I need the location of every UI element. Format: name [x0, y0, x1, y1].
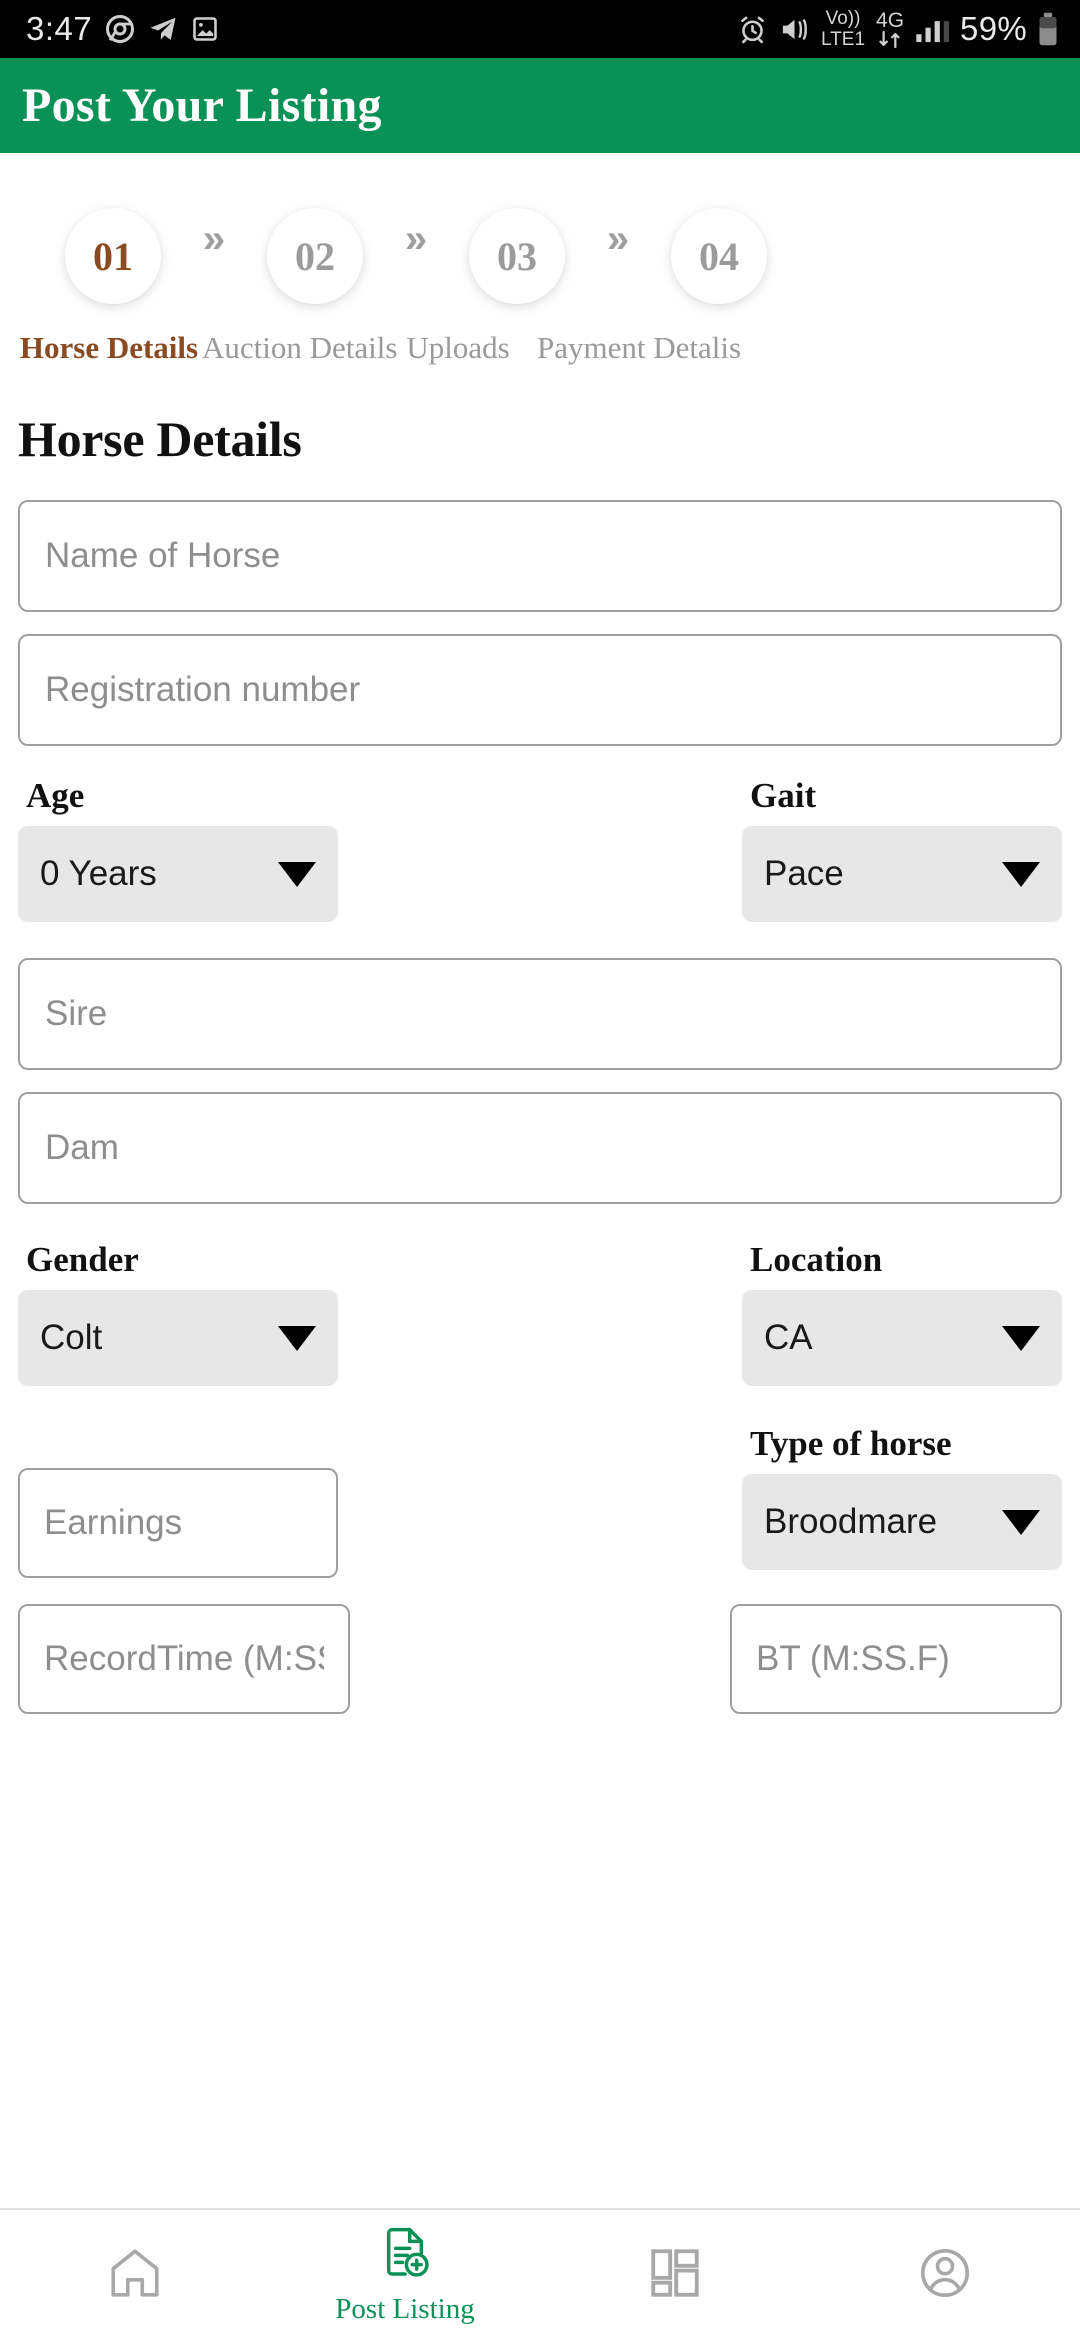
nav-item-post-listing[interactable]: Post Listing	[270, 2225, 540, 2326]
bottom-navigation-bar: Post Listing	[0, 2208, 1080, 2340]
chevron-down-icon	[1002, 1509, 1040, 1535]
sire-input[interactable]: Sire	[18, 958, 1062, 1070]
age-label: Age	[26, 776, 85, 815]
location-value: CA	[764, 1318, 813, 1357]
status-bar-right: Vo)) LTE1 4G 59%	[737, 9, 1058, 49]
dam-placeholder: Dam	[45, 1128, 119, 1167]
earnings-placeholder: Earnings	[44, 1503, 183, 1542]
home-icon	[106, 2244, 164, 2307]
app-header: Post Your Listing	[0, 58, 1080, 153]
age-gait-row: Age 0 Years Gait Pace	[18, 768, 1062, 930]
location-label: Location	[750, 1240, 883, 1279]
record-time-input[interactable]: RecordTime (M:SS....	[18, 1604, 350, 1714]
phone-screen: 3:47 Vo)) LTE1 4G 59% Post Your Listing …	[0, 0, 1080, 2340]
vibrate-icon	[779, 14, 810, 45]
nav-item-dashboard[interactable]	[540, 2244, 810, 2307]
step-label-uploads[interactable]: Uploads	[382, 330, 534, 366]
battery-icon	[1038, 12, 1058, 46]
telegram-icon	[148, 14, 178, 44]
chevron-right-icon-3: »	[606, 217, 630, 261]
nav-label-post-listing: Post Listing	[335, 2292, 475, 2325]
horse-name-placeholder: Name of Horse	[45, 536, 281, 575]
volte-icon: Vo)) LTE1	[821, 8, 866, 50]
chevron-down-icon	[1002, 1325, 1040, 1351]
status-bar: 3:47 Vo)) LTE1 4G 59%	[0, 0, 1080, 58]
location-group: Location CA	[742, 1232, 1062, 1394]
type-of-horse-value: Broodmare	[764, 1502, 938, 1541]
recordtime-bt-row: RecordTime (M:SS.... BT (M:SS.F)	[18, 1604, 1062, 1714]
gait-select[interactable]: Pace	[742, 826, 1062, 922]
gender-select[interactable]: Colt	[18, 1290, 338, 1386]
step-number-badge: 04	[671, 208, 767, 304]
step-label-payment-details[interactable]: Payment Detalis	[534, 330, 744, 366]
step-2-auction-details[interactable]: 02	[240, 208, 390, 304]
chevron-down-icon	[278, 1325, 316, 1351]
progress-stepper: 01 » 02 » 03 » 04	[0, 153, 1080, 304]
profile-icon	[916, 2244, 974, 2307]
step-3-uploads[interactable]: 03	[442, 208, 592, 304]
record-time-placeholder: RecordTime (M:SS....	[44, 1639, 324, 1678]
nav-item-home[interactable]	[0, 2244, 270, 2307]
chevron-right-icon-1: »	[202, 217, 226, 261]
chrome-icon	[105, 14, 135, 44]
step-number-badge: 01	[65, 208, 161, 304]
horse-details-form: Name of Horse Registration number Age 0 …	[0, 468, 1080, 1714]
age-select[interactable]: 0 Years	[18, 826, 338, 922]
chevron-down-icon	[278, 861, 316, 887]
post-listing-icon	[377, 2225, 433, 2286]
gender-value: Colt	[40, 1318, 103, 1357]
chevron-down-icon	[1002, 861, 1040, 887]
age-value: 0 Years	[40, 854, 157, 893]
gait-group: Gait Pace	[742, 768, 1062, 930]
gender-location-row: Gender Colt Location CA	[18, 1232, 1062, 1394]
gender-group: Gender Colt	[18, 1232, 338, 1394]
scroll-content[interactable]: 01 » 02 » 03 » 04 Horse Details Auction …	[0, 153, 1080, 2208]
age-group: Age 0 Years	[18, 768, 338, 930]
step-label-auction-details[interactable]: Auction Details	[202, 330, 397, 366]
type-of-horse-select[interactable]: Broodmare	[742, 1474, 1062, 1570]
battery-percent-label: 59%	[960, 10, 1027, 47]
status-bar-left: 3:47	[26, 10, 219, 48]
horse-name-input[interactable]: Name of Horse	[18, 500, 1062, 612]
step-label-horse-details[interactable]: Horse Details	[16, 330, 202, 366]
bt-placeholder: BT (M:SS.F)	[756, 1639, 950, 1678]
earnings-input[interactable]: Earnings	[18, 1468, 338, 1578]
section-title: Horse Details	[18, 411, 302, 467]
gait-value: Pace	[764, 854, 844, 893]
type-of-horse-group: Type of horse Broodmare	[742, 1416, 1062, 1578]
dam-input[interactable]: Dam	[18, 1092, 1062, 1204]
alarm-icon	[737, 14, 768, 45]
nav-item-profile[interactable]	[810, 2244, 1080, 2307]
earnings-type-row: Earnings Type of horse Broodmare	[18, 1416, 1062, 1578]
registration-number-placeholder: Registration number	[45, 670, 361, 709]
status-bar-clock: 3:47	[26, 10, 93, 47]
sire-placeholder: Sire	[45, 994, 108, 1033]
step-number-badge: 03	[469, 208, 565, 304]
registration-number-input[interactable]: Registration number	[18, 634, 1062, 746]
page-title: Post Your Listing	[22, 79, 382, 132]
step-number-badge: 02	[267, 208, 363, 304]
record-time-group: RecordTime (M:SS....	[18, 1604, 350, 1714]
progress-stepper-labels: Horse Details Auction Details Uploads Pa…	[0, 330, 1080, 366]
dashboard-grid-icon	[646, 2244, 704, 2307]
type-of-horse-label: Type of horse	[750, 1424, 952, 1463]
network-4g-icon: 4G	[876, 10, 904, 48]
signal-icon	[915, 15, 950, 43]
step-1-horse-details[interactable]: 01	[38, 208, 188, 304]
earnings-group: Earnings	[18, 1468, 338, 1578]
gender-label: Gender	[26, 1240, 139, 1279]
bt-input[interactable]: BT (M:SS.F)	[730, 1604, 1062, 1714]
gait-label: Gait	[750, 776, 817, 815]
bt-group: BT (M:SS.F)	[730, 1604, 1062, 1714]
location-select[interactable]: CA	[742, 1290, 1062, 1386]
chevron-right-icon-2: »	[404, 217, 428, 261]
gallery-icon	[191, 15, 219, 43]
step-4-payment-details[interactable]: 04	[644, 208, 794, 304]
